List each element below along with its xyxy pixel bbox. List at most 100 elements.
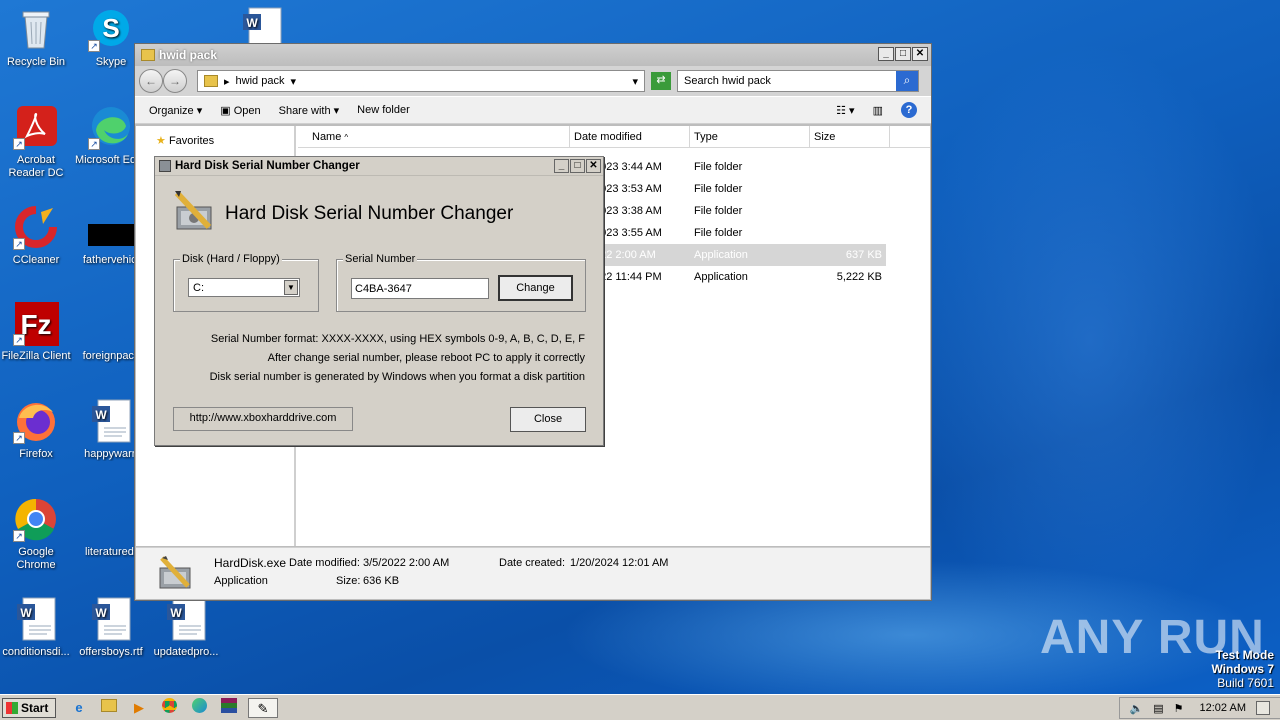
details-modified-label: Date modified: — [289, 557, 360, 569]
help-icon[interactable]: ? — [901, 102, 917, 118]
minimize-button[interactable]: _ — [554, 159, 569, 173]
open-button[interactable]: ▣ Open — [220, 104, 260, 117]
command-bar: Organize ▾ ▣ Open Share with ▾ New folde… — [135, 96, 931, 124]
address-bar[interactable]: ▸ hwid pack ▾ ▾ — [197, 70, 645, 92]
svg-text:W: W — [170, 606, 182, 620]
firefox-icon: ↗ — [13, 398, 59, 444]
shortcut-arrow-icon: ↗ — [13, 138, 25, 150]
details-pane: HardDisk.exe Application Date modified: … — [136, 547, 930, 599]
app-small-icon — [159, 160, 171, 172]
desktop-icon-conditionsdi[interactable]: W conditionsdi... — [0, 596, 72, 659]
cell-date: 2023 3:53 AM — [594, 183, 662, 195]
network-icon[interactable]: ▤ — [1153, 702, 1163, 715]
sort-up-icon: ^ — [344, 133, 349, 142]
desktop-icon-label: updatedpro... — [153, 646, 219, 658]
show-desktop-button[interactable] — [1256, 701, 1270, 715]
disk-select[interactable]: C: ▼ — [188, 278, 300, 297]
black-file-icon — [88, 204, 134, 250]
internet-explorer-icon[interactable]: e — [68, 698, 90, 718]
column-name[interactable]: Name ^ — [298, 126, 570, 147]
windows-logo-icon — [6, 701, 18, 714]
breadcrumb[interactable]: hwid pack — [236, 75, 285, 87]
dialog-titlebar[interactable]: Hard Disk Serial Number Changer — [155, 157, 603, 176]
forward-button[interactable]: → — [163, 69, 187, 93]
nav-favorites[interactable]: ★ Favorites — [156, 134, 214, 147]
close-button[interactable]: ✕ — [586, 159, 601, 173]
chrome-taskbar-icon[interactable] — [158, 697, 180, 718]
system-tray: 🔈 ▤ ⚑ 12:02 AM — [1118, 697, 1280, 719]
hdd-serial-changer-taskbar-button[interactable]: ✎ — [248, 697, 278, 718]
address-dropdown-button[interactable]: ▾ — [632, 75, 638, 88]
info-line-reboot: After change serial number, please reboo… — [267, 352, 585, 364]
desktop-icon-ccleaner[interactable]: ↗ CCleaner — [0, 204, 72, 267]
media-player-icon[interactable]: ▶ — [128, 698, 150, 718]
change-button[interactable]: Change — [498, 275, 573, 301]
desktop-icon-chrome[interactable]: ↗ Google Chrome — [0, 496, 72, 572]
column-date-modified[interactable]: Date modified — [570, 126, 690, 147]
app-large-icon — [154, 552, 198, 599]
edge-taskbar-icon[interactable] — [188, 697, 210, 718]
desktop-icon-acrobat[interactable]: ↗ Acrobat Reader DC — [0, 104, 72, 180]
cell-type: File folder — [694, 161, 743, 173]
cell-date: 2023 3:55 AM — [594, 227, 662, 239]
serial-changer-dialog: Hard Disk Serial Number Changer _ □ ✕ Ha… — [154, 156, 604, 446]
winrar-taskbar-icon[interactable] — [218, 697, 240, 718]
desktop-icon-label: conditionsdi... — [2, 646, 70, 658]
details-modified: 3/5/2022 2:00 AM — [363, 557, 450, 569]
star-icon: ★ — [156, 135, 166, 147]
disk-select-value: C: — [193, 282, 204, 294]
shortcut-arrow-icon: ↗ — [13, 334, 25, 346]
shortcut-arrow-icon: ↗ — [13, 238, 25, 250]
maximize-button[interactable]: □ — [570, 159, 585, 173]
desktop-icon-recycle-bin[interactable]: Recycle Bin — [0, 6, 72, 69]
cell-size: 637 KB — [845, 249, 882, 261]
action-center-flag-icon[interactable]: ⚑ — [1174, 702, 1184, 715]
search-input[interactable]: Search hwid pack — [684, 75, 771, 87]
column-size[interactable]: Size — [810, 126, 890, 147]
clock[interactable]: 12:02 AM — [1200, 702, 1246, 714]
new-folder-button[interactable]: New folder — [357, 104, 410, 116]
taskbar: Start e ▶ ✎ 🔈 ▤ ⚑ 12:02 AM — [0, 694, 1280, 720]
desktop-icon-label: FileZilla Client — [1, 350, 71, 362]
speaker-icon[interactable]: 🔈 — [1130, 702, 1144, 715]
column-headers: Name ^ Date modified Type Size — [298, 126, 930, 148]
serial-groupbox: Serial Number C4BA-3647 Change — [336, 253, 586, 312]
website-link-button[interactable]: http://www.xboxharddrive.com — [173, 407, 353, 431]
desktop-icon-updatedpro[interactable]: W updatedpro... — [150, 596, 222, 659]
search-icon[interactable]: ⌕ — [896, 71, 918, 91]
serial-input[interactable]: C4BA-3647 — [351, 278, 489, 299]
desktop-icon-firefox[interactable]: ↗ Firefox — [0, 398, 72, 461]
info-line-generated: Disk serial number is generated by Windo… — [209, 371, 585, 383]
disk-groupbox: Disk (Hard / Floppy) C: ▼ — [173, 253, 319, 312]
cell-type: Application — [694, 271, 748, 283]
start-button[interactable]: Start — [2, 697, 56, 718]
organize-button[interactable]: Organize ▾ — [149, 104, 202, 117]
open-icon: ▣ — [220, 104, 231, 117]
column-type[interactable]: Type — [690, 126, 810, 147]
chevron-down-icon[interactable]: ▼ — [284, 280, 298, 295]
close-button[interactable]: ✕ — [912, 47, 928, 61]
shortcut-arrow-icon: ↗ — [13, 432, 25, 444]
share-with-button[interactable]: Share with ▾ — [279, 104, 340, 117]
desktop-icon-filezilla[interactable]: Fz ↗ FileZilla Client — [0, 300, 72, 363]
desktop-icon-offersboys[interactable]: W offersboys.rtf — [75, 596, 147, 659]
svg-text:W: W — [95, 408, 107, 422]
dialog-title: Hard Disk Serial Number Changer — [175, 160, 360, 172]
word-document-icon: W — [88, 398, 134, 444]
minimize-button[interactable]: _ — [878, 47, 894, 61]
back-button[interactable]: ← — [139, 69, 163, 93]
explorer-titlebar[interactable]: hwid pack — [135, 44, 931, 66]
test-mode-label: Test Mode Windows 7 Build 7601 — [1211, 648, 1274, 690]
cell-type: File folder — [694, 205, 743, 217]
search-field[interactable]: Search hwid pack ⌕ — [677, 70, 919, 92]
close-dialog-button[interactable]: Close — [510, 407, 586, 432]
cell-date: 2023 3:38 AM — [594, 205, 662, 217]
filezilla-icon: Fz ↗ — [13, 300, 59, 346]
preview-pane-icon[interactable]: ▥ — [873, 104, 883, 117]
file-explorer-icon[interactable] — [98, 698, 120, 718]
view-options-icon[interactable]: ☷ ▾ — [836, 104, 854, 117]
maximize-button[interactable]: □ — [895, 47, 911, 61]
svg-text:S: S — [102, 13, 119, 43]
refresh-button[interactable]: ⇄ — [651, 72, 671, 90]
dialog-window-controls: _ □ ✕ — [554, 159, 601, 173]
